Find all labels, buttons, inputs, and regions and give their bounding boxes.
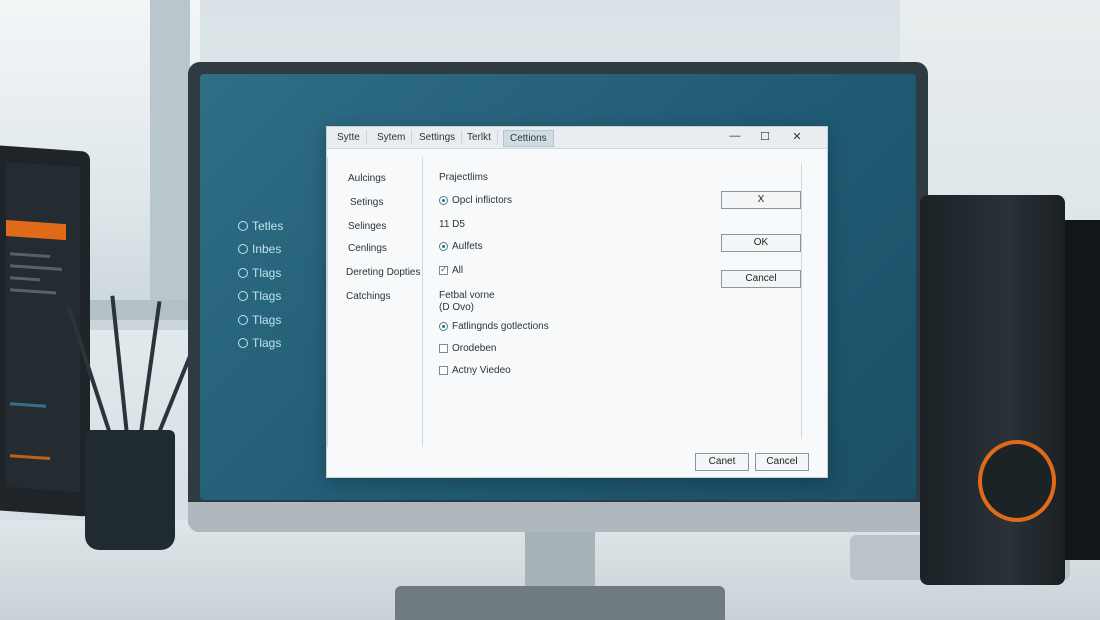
monitor: Tetles Inbes Tlags Tlags Tlags Tlags Syt… bbox=[188, 62, 928, 532]
circle-icon bbox=[238, 267, 248, 278]
laptop-screen bbox=[6, 161, 80, 493]
canet-button[interactable]: Canet bbox=[695, 453, 749, 471]
monitor-stand-base bbox=[395, 586, 725, 620]
field-label: Fetbal vorne bbox=[439, 290, 495, 301]
checkbox-option[interactable]: Actny Viedeo bbox=[439, 365, 511, 376]
field-value: (D Ovo) bbox=[439, 302, 474, 313]
checkbox[interactable] bbox=[439, 264, 448, 275]
pen-cup bbox=[85, 430, 175, 550]
monitor-stand-neck bbox=[525, 532, 595, 592]
monitor-chin bbox=[188, 502, 928, 532]
nav-item[interactable]: Dereting Dopties bbox=[346, 267, 420, 278]
value-text: 11 D5 bbox=[439, 219, 465, 230]
laptop-text-line bbox=[10, 454, 50, 461]
radio-option[interactable]: Fatlingnds gotlections bbox=[439, 321, 549, 332]
nav-item[interactable]: Cenlings bbox=[348, 243, 387, 254]
window-frame bbox=[150, 0, 190, 320]
monitor-screen: Tetles Inbes Tlags Tlags Tlags Tlags Syt… bbox=[200, 74, 916, 500]
cancel-button[interactable]: Cancel bbox=[721, 270, 801, 288]
cancel-footer-button[interactable]: Cancel bbox=[755, 453, 809, 471]
desktop-icon-list: Tetles Inbes Tlags Tlags Tlags Tlags bbox=[238, 214, 283, 355]
settings-dialog: Sytte Sytem Settings Terlkt Cettions — ☐… bbox=[326, 126, 828, 478]
tab-terlkt[interactable]: Terlkt bbox=[461, 130, 498, 145]
laptop-text-line bbox=[10, 288, 56, 295]
radio-option[interactable]: Aulfets bbox=[439, 241, 483, 252]
desktop-icon[interactable]: Tlags bbox=[238, 332, 283, 356]
circle-icon bbox=[238, 220, 248, 231]
checkbox-option[interactable]: Orodeben bbox=[439, 343, 496, 354]
circle-icon bbox=[238, 338, 248, 349]
ok-button[interactable]: OK bbox=[721, 234, 801, 252]
tab-settings[interactable]: Settings bbox=[413, 130, 463, 145]
maximize-icon[interactable]: ☐ bbox=[757, 130, 773, 143]
desktop-icon[interactable]: Inbes bbox=[238, 238, 283, 262]
circle-icon bbox=[238, 314, 248, 325]
laptop-highlight-bar bbox=[6, 219, 66, 241]
x-button[interactable]: X bbox=[721, 191, 801, 209]
speaker bbox=[920, 195, 1065, 585]
desktop-icon[interactable]: Tlags bbox=[238, 261, 283, 285]
minimize-icon[interactable]: — bbox=[727, 130, 743, 142]
checkbox[interactable] bbox=[439, 344, 448, 353]
radio-button[interactable] bbox=[439, 322, 448, 331]
tab-sytem[interactable]: Sytem bbox=[371, 130, 413, 145]
radio-option[interactable]: Opcl inflictors bbox=[439, 195, 512, 206]
desktop-icon[interactable]: Tetles bbox=[238, 214, 283, 238]
nav-item[interactable]: Selinges bbox=[348, 221, 386, 232]
laptop-text-line bbox=[10, 252, 50, 259]
desktop-icon[interactable]: Tlags bbox=[238, 308, 283, 332]
nav-item[interactable]: Aulcings bbox=[348, 173, 386, 184]
laptop-text-line bbox=[10, 276, 40, 282]
dialog-nav: Aulcings Setings Selinges Cenlings Deret… bbox=[327, 157, 423, 447]
circle-icon bbox=[238, 244, 248, 255]
laptop-text-line bbox=[10, 402, 46, 408]
desktop-icon[interactable]: Tlags bbox=[238, 285, 283, 309]
dialog-titlebar: Sytte Sytem Settings Terlkt Cettions — ☐… bbox=[327, 127, 827, 149]
speaker-ring-icon bbox=[978, 440, 1056, 522]
checkbox[interactable] bbox=[439, 366, 448, 375]
laptop-text-line bbox=[10, 264, 62, 271]
radio-button[interactable] bbox=[439, 242, 448, 251]
circle-icon bbox=[238, 291, 248, 302]
tab-sytte[interactable]: Sytte bbox=[331, 130, 367, 145]
nav-item[interactable]: Setings bbox=[350, 197, 383, 208]
nav-item[interactable]: Catchings bbox=[346, 291, 390, 302]
radio-button[interactable] bbox=[439, 196, 448, 205]
dialog-divider bbox=[801, 163, 802, 439]
close-icon[interactable]: ✕ bbox=[789, 130, 805, 143]
tab-cettions[interactable]: Cettions bbox=[503, 130, 554, 147]
checkbox-option[interactable]: All bbox=[439, 264, 463, 276]
section-title: Prajectlims bbox=[439, 172, 488, 183]
